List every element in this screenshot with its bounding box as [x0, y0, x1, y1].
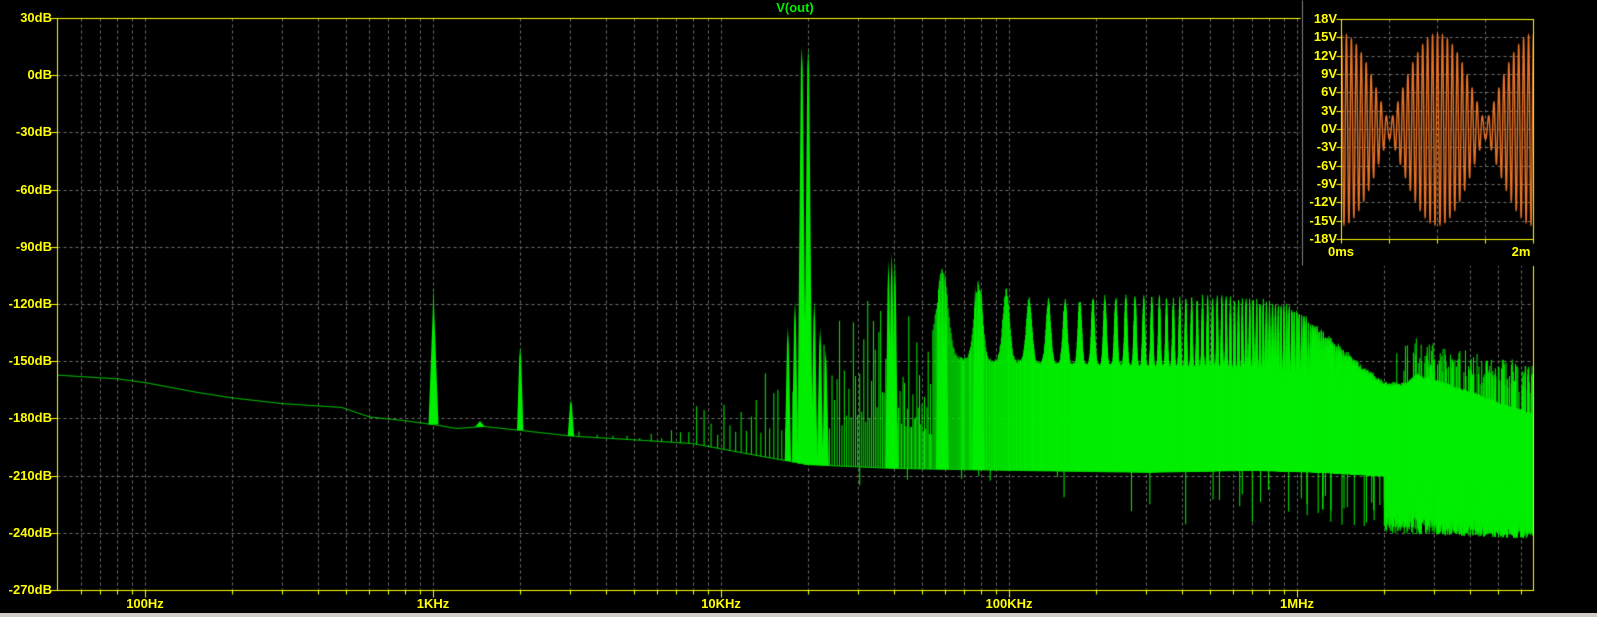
x-tick-label: 10KHz [701, 596, 741, 611]
inset-x-end-label: 2m [1511, 244, 1531, 259]
y-tick-label: -90dB [15, 238, 52, 254]
y-tick-label: -150dB [8, 353, 52, 369]
x-tick-label: 100Hz [126, 596, 164, 611]
y-tick-label: -60dB [15, 181, 52, 197]
inset-y-tick-label: -12V [1309, 194, 1337, 210]
ltspice-waveform-viewer-window: V(out) 30dB 0dB -30dB -60dB -90dB -120dB -150d… [0, 0, 1597, 617]
y-tick-label: -120dB [8, 296, 52, 311]
y-tick-label: 30dB [20, 10, 52, 25]
y-tick-label: 0dB [27, 67, 52, 83]
y-tick-label: -240dB [8, 524, 52, 540]
inset-y-tick-label: 9V [1321, 66, 1337, 81]
inset-y-tick-label: 0V [1321, 121, 1337, 136]
inset-y-tick-label: 3V [1321, 102, 1337, 118]
fft-plot-canvas[interactable] [0, 0, 1597, 617]
y-tick-label: -30dB [15, 124, 52, 140]
inset-x-start-label: 0ms [1327, 244, 1355, 259]
x-tick-label: 1MHz [1280, 596, 1314, 611]
x-tick-label: 100KHz [985, 596, 1033, 611]
y-tick-label: -270dB [8, 582, 52, 597]
inset-y-tick-label: 15V [1313, 29, 1337, 45]
inset-y-tick-label: -9V [1316, 176, 1337, 191]
trace-title-vout[interactable]: V(out) [695, 0, 895, 16]
y-tick-label: -210dB [8, 467, 52, 483]
y-tick-label: -180dB [8, 410, 52, 426]
inset-y-tick-label: 6V [1321, 84, 1337, 100]
x-tick-label: 1KHz [416, 596, 450, 611]
window-bottom-edge [0, 613, 1597, 617]
inset-y-tick-label: -6V [1316, 157, 1337, 173]
inset-y-tick-label: 12V [1313, 47, 1337, 63]
inset-y-tick-label: 18V [1313, 11, 1337, 26]
inset-y-tick-label: -15V [1309, 212, 1337, 228]
inset-y-tick-label: -3V [1316, 139, 1337, 155]
